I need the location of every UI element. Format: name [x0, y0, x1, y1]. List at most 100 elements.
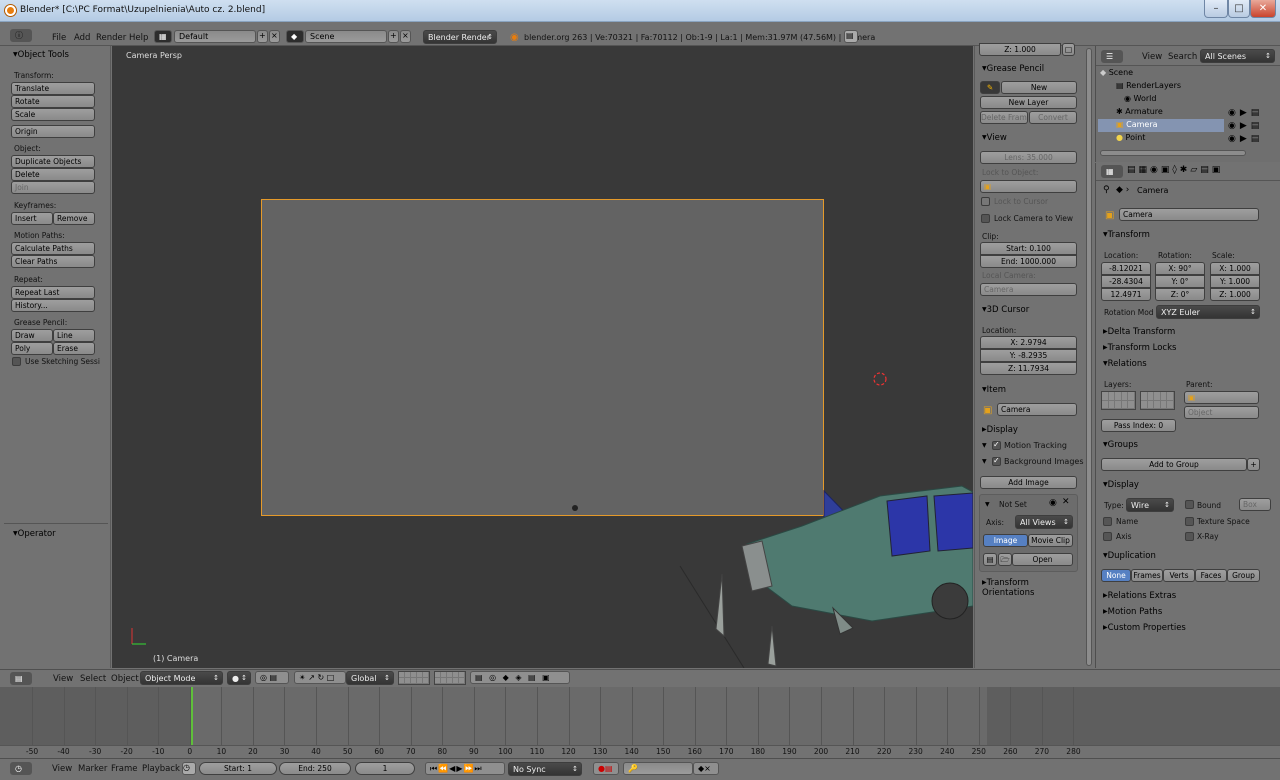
axis-dropdown[interactable]: All Views — [1015, 515, 1073, 529]
viewport-options-icon[interactable]: ▤ — [844, 30, 858, 43]
bg-images-arrow-icon[interactable] — [982, 457, 991, 467]
outliner-item-scene[interactable]: ◆ Scene — [1100, 68, 1133, 77]
manipulator-icons[interactable]: ✴ ↗ ↻ □ — [294, 671, 346, 684]
scene-icon[interactable]: ◆ — [286, 30, 304, 43]
origin-button[interactable]: Origin — [11, 125, 95, 138]
transform-locks-header[interactable]: Transform Locks — [1103, 343, 1177, 353]
bound-type-dropdown[interactable]: Box — [1239, 498, 1271, 511]
rotate-button[interactable]: Rotate — [11, 95, 95, 108]
draw-button[interactable]: Draw — [11, 329, 53, 342]
scrollbar-thumb[interactable] — [1086, 48, 1092, 666]
movie-clip-source-button[interactable]: Movie Clip — [1028, 534, 1073, 547]
outliner-item-camera[interactable]: ▣ Camera — [1116, 120, 1158, 129]
orientation-dropdown[interactable]: Global — [346, 671, 394, 685]
join-button[interactable]: Join — [11, 181, 95, 194]
delete-button[interactable]: Delete — [11, 168, 95, 181]
bound-checkbox[interactable] — [1185, 500, 1194, 509]
add-scene-icon[interactable]: + — [388, 30, 399, 43]
properties-editor-icon[interactable]: ▦ — [1101, 165, 1123, 178]
dup-group-button[interactable]: Group — [1227, 569, 1260, 582]
operator-header[interactable]: Operator — [13, 529, 56, 539]
timeline-frame-menu[interactable]: Frame — [111, 764, 137, 774]
remove-image-icon[interactable]: ✕ — [1062, 497, 1070, 507]
insert-keyframe-button[interactable]: Insert — [11, 212, 53, 225]
delete-frame-button[interactable]: Delete Frame — [980, 111, 1028, 124]
scale-x-field[interactable]: X: 1.000 — [1210, 262, 1260, 275]
current-frame-field[interactable]: 1 — [355, 762, 415, 775]
convert-button[interactable]: Convert — [1029, 111, 1077, 124]
bg-image-expand-icon[interactable] — [985, 500, 994, 510]
outliner-editor-icon[interactable]: ☰ — [1101, 50, 1123, 63]
layers-grid-right[interactable] — [1140, 391, 1175, 410]
keyframe-insert-icons[interactable]: ◆× — [693, 762, 719, 775]
zoom-lock-icon[interactable]: □ — [1062, 43, 1075, 56]
view-header[interactable]: View — [982, 133, 1007, 143]
timeline-area[interactable]: -50 -40 -30 -20 -10 0 10 20 30 40 50 60 70 80 90 100 110… — [0, 687, 1280, 758]
pass-index-field[interactable]: Pass Index: 0 — [1101, 419, 1176, 432]
timeline-view-menu[interactable]: View — [52, 764, 72, 774]
menu-file[interactable]: File — [52, 33, 66, 43]
outliner-filter-dropdown[interactable]: All Scenes — [1200, 49, 1275, 63]
pencil-icon[interactable]: ✎ — [980, 81, 1000, 94]
duplicate-objects-button[interactable]: Duplicate Objects — [11, 155, 95, 168]
cursor-x-field[interactable]: X: 2.9794 — [980, 336, 1077, 349]
dup-none-button[interactable]: None — [1101, 569, 1131, 582]
display-panel-header[interactable]: Display — [1103, 480, 1139, 490]
scene-layers-right[interactable] — [434, 671, 466, 685]
parent-type-dropdown[interactable]: Object — [1184, 406, 1259, 419]
outliner-item-armature[interactable]: ✱ Armature — [1116, 107, 1163, 116]
end-frame-field[interactable]: End: 250 — [279, 762, 351, 775]
record-icon[interactable]: ●▤ — [593, 762, 619, 775]
remove-screen-icon[interactable]: × — [269, 30, 280, 43]
grease-pencil-header[interactable]: Grease Pencil — [982, 64, 1045, 74]
screen-name-field[interactable]: Default — [174, 30, 256, 43]
outliner-item-world[interactable]: ◉ World — [1124, 94, 1156, 103]
motion-tracking-checkbox[interactable] — [992, 440, 1001, 450]
item-header[interactable]: Item — [982, 385, 1006, 395]
display-header[interactable]: Display — [982, 425, 1018, 435]
eye-icon[interactable]: ◉ — [1049, 498, 1057, 508]
add-screen-icon[interactable]: + — [257, 30, 268, 43]
3d-viewport[interactable]: Camera Persp (1) Camera — [112, 46, 973, 668]
outliner-view-menu[interactable]: View — [1142, 52, 1162, 62]
translate-button[interactable]: Translate — [11, 82, 95, 95]
rotation-z-field[interactable]: Z: 0° — [1155, 288, 1205, 301]
remove-scene-icon[interactable]: × — [400, 30, 411, 43]
properties-context-tabs[interactable]: ▤▦◉▣◊✱▱▤▣ — [1127, 165, 1223, 175]
lens-field[interactable]: Lens: 35.000 — [980, 151, 1077, 164]
start-frame-field[interactable]: Start: 1 — [199, 762, 277, 775]
clear-paths-button[interactable]: Clear Paths — [11, 255, 95, 268]
timeline-marker-menu[interactable]: Marker — [78, 764, 107, 774]
render-engine-dropdown[interactable]: Blender Render — [423, 30, 497, 44]
transform-header[interactable]: Transform — [1103, 230, 1150, 240]
scale-y-field[interactable]: Y: 1.000 — [1210, 275, 1260, 288]
motion-tracking-arrow-icon[interactable] — [982, 441, 991, 451]
line-button[interactable]: Line — [53, 329, 95, 342]
dup-faces-button[interactable]: Faces — [1195, 569, 1227, 582]
custom-properties-header[interactable]: Custom Properties — [1103, 623, 1186, 633]
3d-object-menu[interactable]: Object — [111, 674, 139, 684]
calculate-paths-button[interactable]: Calculate Paths — [11, 242, 95, 255]
zoom-field[interactable]: Z: 1.000 — [979, 43, 1061, 56]
timeline-playback-menu[interactable]: Playback — [142, 764, 180, 774]
scale-button[interactable]: Scale — [11, 108, 95, 121]
new-layer-button[interactable]: New Layer — [980, 96, 1077, 109]
duplication-header[interactable]: Duplication — [1103, 551, 1156, 561]
axis-checkbox[interactable] — [1103, 532, 1112, 541]
shading-dropdown[interactable]: ● — [227, 671, 251, 685]
object-tools-header[interactable]: Object Tools — [13, 50, 69, 60]
location-x-field[interactable]: -8.12021 — [1101, 262, 1151, 275]
item-name-field[interactable]: Camera — [997, 403, 1077, 416]
dup-frames-button[interactable]: Frames — [1131, 569, 1163, 582]
use-sketching-checkbox[interactable] — [12, 357, 21, 366]
add-to-group-button[interactable]: Add to Group — [1101, 458, 1247, 471]
playback-controls[interactable]: ⏮⏪◀▶⏩⏭ — [425, 762, 505, 775]
scene-name-field[interactable]: Scene — [305, 30, 387, 43]
poly-button[interactable]: Poly — [11, 342, 53, 355]
preview-range-icon[interactable]: ◷ — [182, 762, 196, 775]
rotation-x-field[interactable]: X: 90° — [1155, 262, 1205, 275]
relations-extras-header[interactable]: Relations Extras — [1103, 591, 1177, 601]
3d-editor-type-icon[interactable]: ▤ — [10, 672, 32, 685]
add-group-plus-icon[interactable]: + — [1247, 458, 1260, 471]
xray-checkbox[interactable] — [1185, 532, 1194, 541]
